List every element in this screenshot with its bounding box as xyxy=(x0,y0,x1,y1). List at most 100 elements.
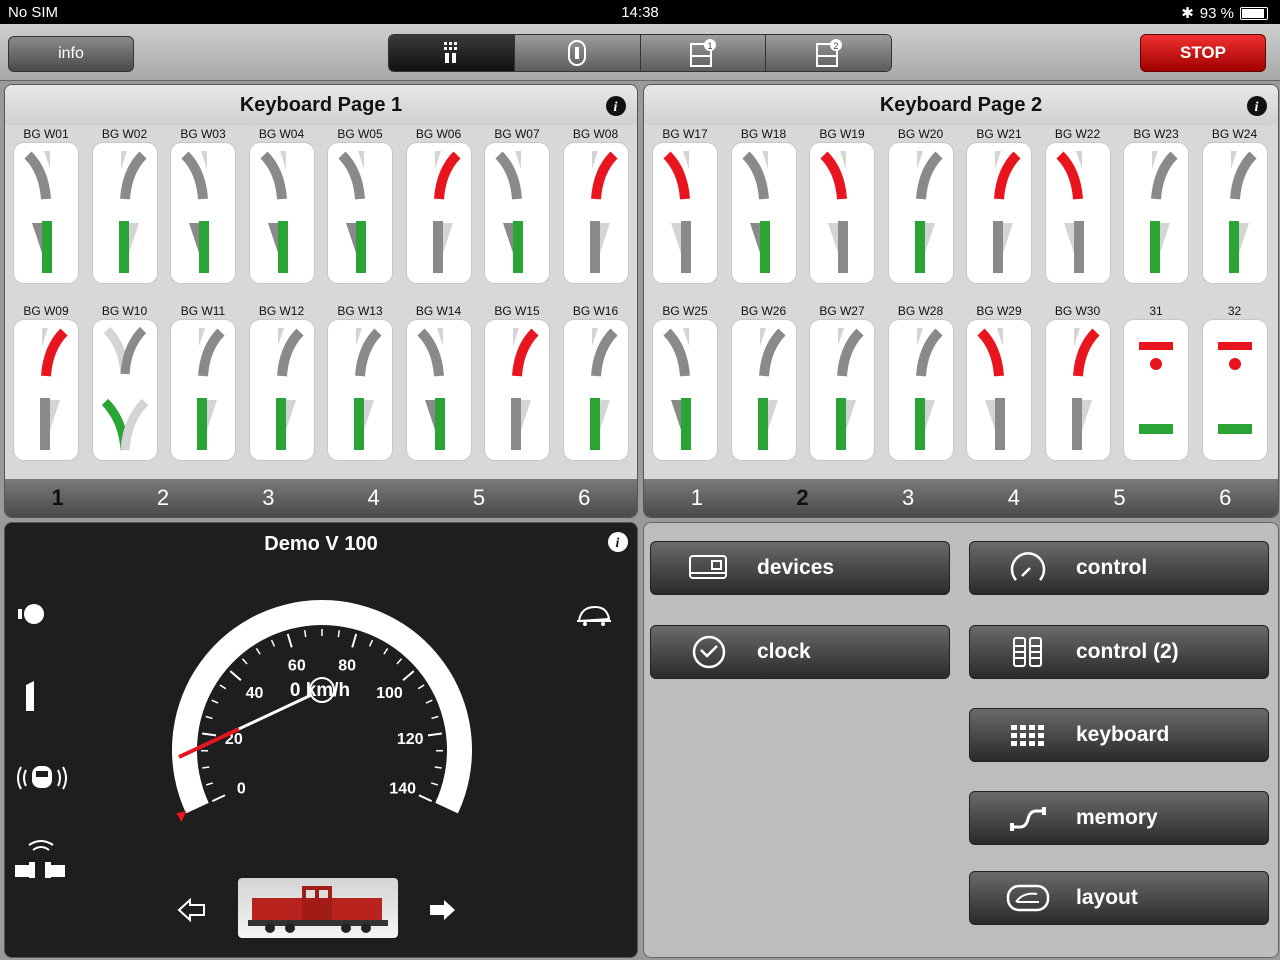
page-button[interactable]: 4 xyxy=(321,479,426,517)
keyboard-cell[interactable]: BG W30 xyxy=(1039,302,1117,460)
page-button[interactable]: 6 xyxy=(1172,479,1278,517)
switch-tile[interactable] xyxy=(563,320,628,460)
segment-memory-1[interactable]: 1 xyxy=(640,35,767,71)
loco-name[interactable]: Demo V 100 xyxy=(5,533,637,556)
switch-tile[interactable] xyxy=(485,320,549,460)
info-icon[interactable]: i xyxy=(607,531,629,553)
headlight-icon[interactable] xyxy=(17,601,49,627)
switch-tile[interactable] xyxy=(1202,143,1267,283)
keyboard-button[interactable]: keyboard xyxy=(969,708,1269,762)
switch-tile[interactable] xyxy=(563,143,628,283)
segment-keyboard[interactable] xyxy=(389,35,515,71)
keyboard-cell[interactable]: BG W28 xyxy=(882,302,960,460)
turtle-icon[interactable] xyxy=(575,603,613,627)
info-icon[interactable]: i xyxy=(1246,95,1268,117)
devices-button[interactable]: devices xyxy=(650,541,950,595)
horn-icon[interactable] xyxy=(13,761,71,795)
direction-left-icon[interactable] xyxy=(177,897,207,923)
switch-tile[interactable] xyxy=(328,143,392,283)
keyboard-cell[interactable]: BG W18 xyxy=(725,125,803,283)
switch-tile[interactable] xyxy=(1045,143,1110,283)
keyboard-cell[interactable]: BG W26 xyxy=(725,302,803,460)
keyboard-cell[interactable]: BG W09 xyxy=(7,302,85,460)
page-button[interactable]: 3 xyxy=(855,479,961,517)
keyboard-cell[interactable]: BG W05 xyxy=(321,125,399,283)
keyboard-cell[interactable]: BG W14 xyxy=(400,302,478,460)
stop-button[interactable]: STOP xyxy=(1140,34,1266,72)
switch-tile[interactable] xyxy=(14,320,78,460)
keyboard-cell[interactable]: 31 xyxy=(1117,302,1195,460)
switch-tile[interactable] xyxy=(1124,320,1188,460)
keyboard-cell[interactable]: BG W27 xyxy=(803,302,881,460)
switch-tile[interactable] xyxy=(731,143,796,283)
page-button[interactable]: 1 xyxy=(644,479,750,517)
switch-tile[interactable] xyxy=(967,143,1031,283)
keyboard-cell[interactable]: BG W24 xyxy=(1196,125,1274,283)
info-button[interactable]: info xyxy=(8,36,134,72)
switch-tile[interactable] xyxy=(14,143,78,283)
switch-tile[interactable] xyxy=(249,320,314,460)
page-button[interactable]: 2 xyxy=(110,479,215,517)
page-button[interactable]: 4 xyxy=(961,479,1067,517)
page-button[interactable]: 5 xyxy=(426,479,531,517)
keyboard-cell[interactable]: BG W07 xyxy=(478,125,556,283)
keyboard-cell[interactable]: BG W17 xyxy=(646,125,724,283)
page-button[interactable]: 3 xyxy=(216,479,321,517)
switch-tile[interactable] xyxy=(967,320,1031,460)
layout-button[interactable]: layout xyxy=(969,871,1269,925)
switch-tile[interactable] xyxy=(731,320,796,460)
switch-tile[interactable] xyxy=(92,320,157,460)
switch-tile[interactable] xyxy=(888,320,953,460)
keyboard-cell[interactable]: BG W20 xyxy=(882,125,960,283)
switch-tile[interactable] xyxy=(1045,320,1110,460)
keyboard-cell[interactable]: BG W12 xyxy=(243,302,321,460)
info-icon[interactable]: i xyxy=(605,95,627,117)
page-button[interactable]: 1 xyxy=(5,479,110,517)
segment-controller[interactable] xyxy=(514,35,641,71)
switch-tile[interactable] xyxy=(888,143,953,283)
keyboard-cell[interactable]: BG W23 xyxy=(1117,125,1195,283)
keyboard-cell[interactable]: 32 xyxy=(1196,302,1274,460)
keyboard-cell[interactable]: BG W11 xyxy=(164,302,242,460)
switch-tile[interactable] xyxy=(1124,143,1188,283)
switch-tile[interactable] xyxy=(485,143,549,283)
keyboard-cell[interactable]: BG W25 xyxy=(646,302,724,460)
loco-image[interactable] xyxy=(238,878,398,938)
control-button[interactable]: control xyxy=(969,541,1269,595)
keyboard-cell[interactable]: BG W02 xyxy=(86,125,164,283)
keyboard-cell[interactable]: BG W22 xyxy=(1039,125,1117,283)
keyboard-cell[interactable]: BG W10 xyxy=(86,302,164,460)
keyboard-cell[interactable]: BG W03 xyxy=(164,125,242,283)
direction-right-icon[interactable] xyxy=(427,897,457,923)
page-button[interactable]: 5 xyxy=(1067,479,1173,517)
keyboard-cell[interactable]: BG W29 xyxy=(960,302,1038,460)
keyboard-cell[interactable]: BG W04 xyxy=(243,125,321,283)
switch-tile[interactable] xyxy=(171,143,235,283)
switch-tile[interactable] xyxy=(810,143,874,283)
page-button[interactable]: 2 xyxy=(750,479,856,517)
switch-tile[interactable] xyxy=(406,143,471,283)
clock-button[interactable]: clock xyxy=(650,625,950,679)
keyboard-cell[interactable]: BG W01 xyxy=(7,125,85,283)
page-button[interactable]: 6 xyxy=(532,479,637,517)
keyboard-cell[interactable]: BG W06 xyxy=(400,125,478,283)
switch-tile[interactable] xyxy=(249,143,314,283)
switch-tile[interactable] xyxy=(653,143,717,283)
keyboard-cell[interactable]: BG W13 xyxy=(321,302,399,460)
segment-memory-2[interactable]: 2 xyxy=(766,35,891,71)
keyboard-cell[interactable]: BG W08 xyxy=(557,125,635,283)
control-2-button[interactable]: control (2) xyxy=(969,625,1269,679)
switch-tile[interactable] xyxy=(92,143,157,283)
switch-tile[interactable] xyxy=(653,320,717,460)
shunting-icon[interactable] xyxy=(21,679,43,713)
speedometer[interactable]: 0204060 80100120140 xyxy=(155,585,485,835)
keyboard-cell[interactable]: BG W15 xyxy=(478,302,556,460)
switch-tile[interactable] xyxy=(171,320,235,460)
keyboard-cell[interactable]: BG W21 xyxy=(960,125,1038,283)
coupler-icon[interactable] xyxy=(13,835,69,885)
switch-tile[interactable] xyxy=(328,320,392,460)
keyboard-cell[interactable]: BG W19 xyxy=(803,125,881,283)
keyboard-cell[interactable]: BG W16 xyxy=(557,302,635,460)
switch-tile[interactable] xyxy=(810,320,874,460)
switch-tile[interactable] xyxy=(406,320,471,460)
